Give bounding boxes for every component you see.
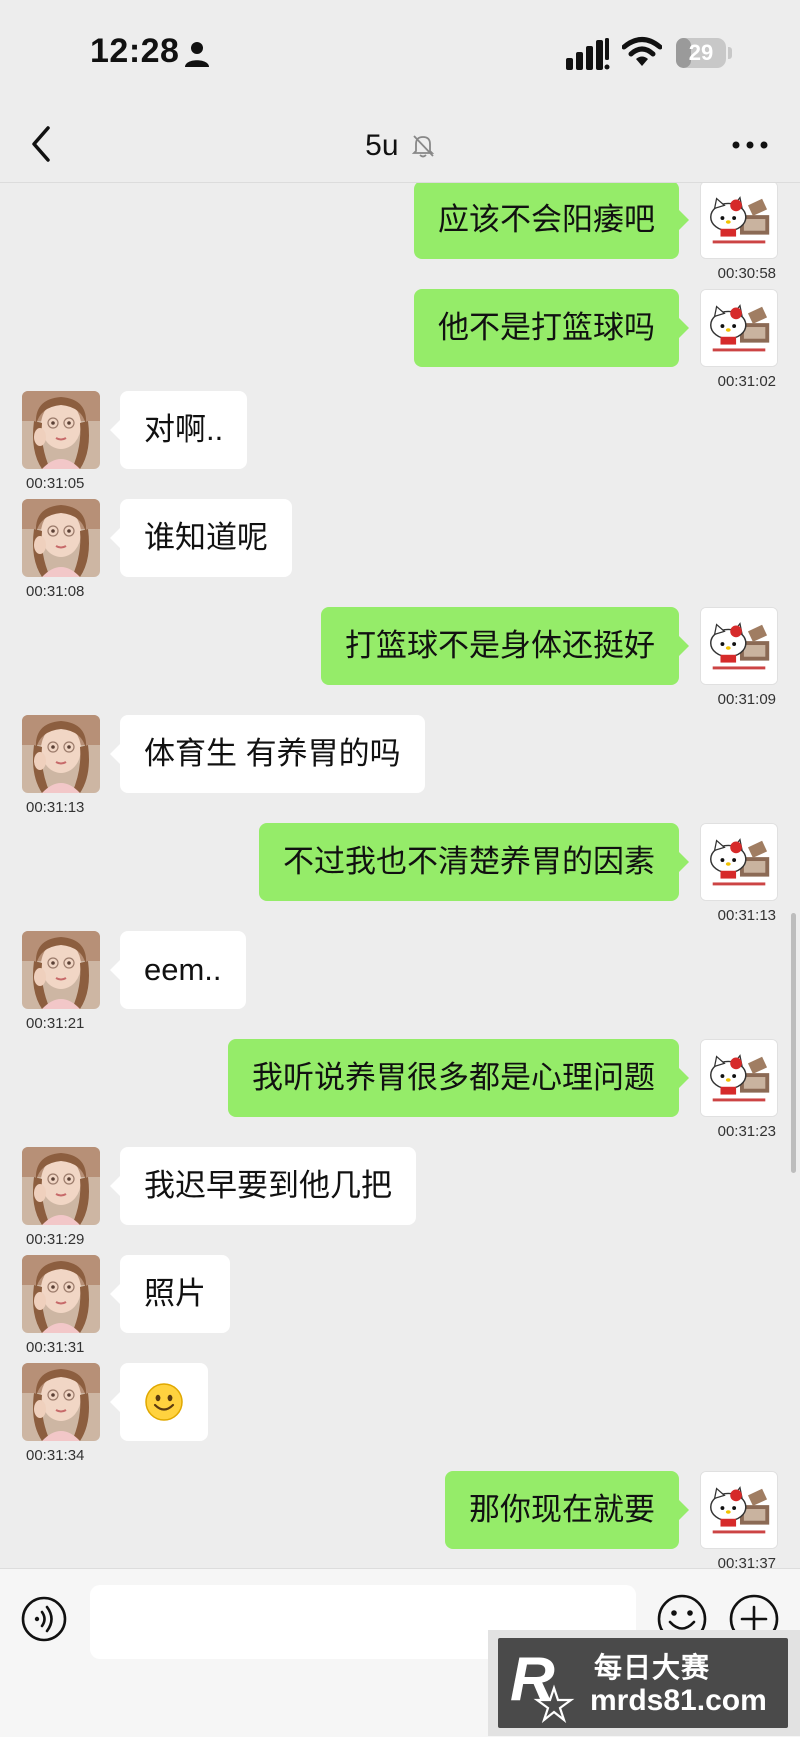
my-avatar[interactable] [700,607,778,685]
message-bubble[interactable]: 应该不会阳痿吧 [414,183,689,259]
message-bubble[interactable]: 谁知道呢 [110,499,292,577]
message-time: 00:30:58 [717,265,776,282]
message-bubble[interactable]: 我迟早要到他几把 [110,1147,416,1225]
battery-percent: 29 [688,40,714,65]
message-row: 对啊.. 00:31:05 [0,391,800,499]
message-row: 不过我也不清楚养胃的因素 00:31:13 [0,823,800,931]
status-bar: 12:28 29 [0,0,800,108]
chat-title: 5u [0,128,800,163]
message-bubble[interactable]: 不过我也不清楚养胃的因素 [259,823,689,901]
contact-avatar[interactable] [22,715,100,793]
chat-header: 5u [0,108,800,183]
watermark: R 每日大赛 mrds81.com [488,1630,800,1736]
message-time: 00:31:13 [717,907,776,924]
message-row: 谁知道呢 00:31:08 [0,499,800,607]
message-time: 00:31:05 [26,475,85,492]
message-row: 那你现在就要 00:31:37 [0,1471,800,1568]
message-time: 00:31:37 [717,1555,776,1568]
message-time: 00:31:13 [26,799,85,816]
more-button[interactable] [730,130,770,160]
contact-avatar[interactable] [22,1363,100,1441]
svg-text:R: R [510,1645,555,1714]
smile-emoji-icon [144,1382,184,1422]
status-time: 12:28 [90,32,180,70]
message-bubble[interactable]: 我听说养胃很多都是心理问题 [228,1039,689,1117]
watermark-url: mrds81.com [590,1684,767,1717]
voice-icon[interactable] [20,1595,68,1643]
message-bubble[interactable]: 照片 [110,1255,230,1333]
person-icon [185,42,209,67]
bell-off-icon [411,135,435,158]
my-avatar[interactable] [700,1471,778,1549]
message-row: 体育生 有养胃的吗 00:31:13 [0,715,800,823]
message-time: 00:31:29 [26,1231,85,1248]
contact-avatar[interactable] [22,1255,100,1333]
message-list[interactable]: 应该不会阳痿吧 00:30:58 他不是打篮球吗 00:31:02 对啊.. 0… [0,183,800,1568]
message-row: eem.. 00:31:21 [0,931,800,1039]
message-bubble[interactable]: 那你现在就要 [445,1471,689,1549]
message-row: 我迟早要到他几把 00:31:29 [0,1147,800,1255]
my-avatar[interactable] [700,1039,778,1117]
message-row: 他不是打篮球吗 00:31:02 [0,289,800,397]
contact-avatar[interactable] [22,1147,100,1225]
message-bubble[interactable]: 他不是打篮球吗 [414,289,689,367]
wifi-icon [622,37,662,66]
message-time: 00:31:08 [26,583,85,600]
watermark-panel: R 每日大赛 mrds81.com [498,1638,788,1728]
contact-avatar[interactable] [22,499,100,577]
message-time: 00:31:23 [717,1123,776,1140]
scrollbar[interactable] [791,913,796,1173]
my-avatar[interactable] [700,823,778,901]
message-time: 00:31:09 [717,691,776,708]
message-row: 00:31:34 [0,1363,800,1471]
message-bubble[interactable]: 体育生 有养胃的吗 [110,715,425,793]
message-row: 应该不会阳痿吧 00:30:58 [0,183,800,289]
message-bubble[interactable]: 打篮球不是身体还挺好 [321,607,689,685]
contact-avatar[interactable] [22,391,100,469]
message-time: 00:31:02 [717,373,776,390]
my-avatar[interactable] [700,289,778,367]
message-time: 00:31:31 [26,1339,85,1356]
watermark-title: 每日大赛 [594,1652,711,1683]
message-row: 照片 00:31:31 [0,1255,800,1363]
battery-indicator: 29 [676,38,726,68]
message-bubble[interactable]: 对啊.. [109,391,248,469]
message-row: 我听说养胃很多都是心理问题 00:31:23 [0,1039,800,1147]
message-row: 打篮球不是身体还挺好 00:31:09 [0,607,800,715]
contact-avatar[interactable] [22,931,100,1009]
my-avatar[interactable] [700,183,778,259]
message-bubble[interactable]: eem.. [110,931,246,1009]
signal-icon [566,38,610,70]
message-time: 00:31:34 [26,1447,85,1464]
message-time: 00:31:21 [26,1015,85,1032]
watermark-logo-icon: R [510,1645,575,1724]
message-bubble[interactable] [110,1363,208,1441]
battery-nub [728,47,732,59]
chat-title-text: 5u [365,129,399,163]
